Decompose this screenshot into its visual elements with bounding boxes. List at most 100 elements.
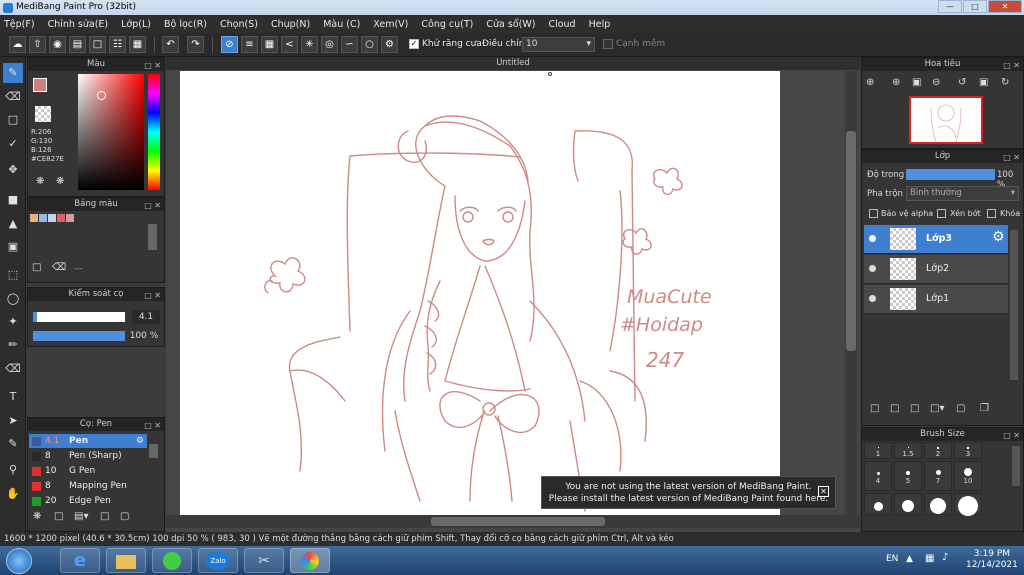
- minimize-button[interactable]: —: [938, 0, 962, 13]
- eye-icon[interactable]: [869, 235, 876, 242]
- brush-size-cell[interactable]: [954, 493, 982, 516]
- select-rect-tool-icon[interactable]: ⬚: [3, 265, 23, 285]
- eye-icon[interactable]: [869, 295, 876, 302]
- chat-icon[interactable]: ◉: [49, 36, 66, 53]
- saturation-value-picker[interactable]: [78, 74, 144, 190]
- curve-snap-icon[interactable]: ∽: [341, 36, 358, 53]
- palette-scrollbar[interactable]: [148, 224, 157, 250]
- new-palette-icon[interactable]: □: [32, 262, 41, 273]
- divide-tool-icon[interactable]: ✎: [3, 434, 23, 454]
- brush-copy-icon[interactable]: □: [100, 511, 109, 522]
- select-pen-tool-icon[interactable]: ✏: [3, 335, 23, 355]
- fill-rect-tool-icon[interactable]: ■: [3, 190, 23, 210]
- layer-opacity-slider[interactable]: [906, 169, 995, 180]
- rotate-right-icon[interactable]: ↻: [1001, 77, 1009, 88]
- menu-view[interactable]: Xem(V): [373, 19, 408, 30]
- upload-icon[interactable]: ⇧: [29, 36, 46, 53]
- brush-item[interactable]: 10 G Pen: [29, 464, 147, 478]
- update-notification[interactable]: You are not using the latest version of …: [541, 476, 836, 509]
- start-button[interactable]: [6, 548, 32, 574]
- horizontal-scroll-thumb[interactable]: [431, 517, 605, 526]
- brush-size-slider[interactable]: [33, 312, 125, 322]
- grid-icon[interactable]: ▦: [129, 36, 146, 53]
- clipping-checkbox[interactable]: [937, 209, 946, 218]
- eye-icon[interactable]: [869, 265, 876, 272]
- canvas-tab[interactable]: Untitled: [166, 57, 860, 70]
- taskbar-zalo-icon[interactable]: Zalo: [198, 548, 238, 573]
- palette-swatch[interactable]: [30, 214, 38, 222]
- color-wheel-icon[interactable]: ❋: [36, 176, 44, 187]
- brush-tool-icon[interactable]: ✎: [3, 63, 23, 83]
- palette-swatch[interactable]: [66, 214, 74, 222]
- new-halftone-layer-icon[interactable]: □: [890, 403, 899, 414]
- parallel-snap-icon[interactable]: ≡: [241, 36, 258, 53]
- comment-icon[interactable]: ▤: [69, 36, 86, 53]
- taskbar-clock[interactable]: 3:19 PM 12/14/2021: [966, 549, 1018, 571]
- tray-arrow-icon[interactable]: ▲: [906, 554, 913, 564]
- menu-window[interactable]: Cửa sổ(W): [486, 19, 535, 30]
- brush-size-value[interactable]: 4.1: [132, 310, 160, 324]
- snap-off-icon[interactable]: ⊘: [221, 36, 238, 53]
- maximize-button[interactable]: □: [963, 0, 987, 13]
- drawing-canvas[interactable]: MuaCute #Hoidap 247: [180, 71, 780, 515]
- picker-cursor[interactable]: [97, 91, 106, 100]
- zoom-in-2-icon[interactable]: ⊕: [892, 77, 900, 88]
- edge-checkbox[interactable]: [603, 39, 613, 49]
- brush-size-cell[interactable]: 5: [894, 461, 922, 491]
- brush-list-scrollbar[interactable]: [149, 444, 158, 458]
- navigator-preview[interactable]: [909, 96, 983, 144]
- layer-row-1[interactable]: Lớp1: [864, 285, 1008, 314]
- canvas-horizontal-scrollbar[interactable]: [166, 515, 860, 528]
- taskbar-app-icon[interactable]: [152, 548, 192, 573]
- brush-menu-icon[interactable]: ▤▾: [74, 511, 88, 522]
- brush-new-icon[interactable]: □: [54, 511, 63, 522]
- circle-snap-icon[interactable]: ○: [361, 36, 378, 53]
- brush-item[interactable]: 8 Mapping Pen: [29, 479, 147, 493]
- vertical-scroll-thumb[interactable]: [846, 131, 856, 351]
- hue-slider[interactable]: [148, 74, 160, 190]
- hand-tool-icon[interactable]: ✋: [3, 484, 23, 504]
- menu-color[interactable]: Màu (C): [323, 19, 360, 30]
- fit-icon[interactable]: ▣: [912, 77, 921, 88]
- taskbar-explorer-icon[interactable]: [106, 548, 146, 573]
- volume-icon[interactable]: ♪: [942, 552, 948, 563]
- undo-icon[interactable]: ↶: [162, 36, 179, 53]
- antialias-checkbox[interactable]: ✓: [409, 39, 419, 49]
- move-tool-icon[interactable]: ✥: [3, 160, 23, 180]
- brush-size-cell[interactable]: [864, 493, 892, 515]
- eraser-tool-icon[interactable]: ⌫: [3, 87, 23, 107]
- brush-size-cell[interactable]: [894, 493, 922, 515]
- brush-item[interactable]: 8 Pen (Sharp): [29, 449, 147, 463]
- radial-snap-icon[interactable]: ✳: [301, 36, 318, 53]
- duplicate-layer-icon[interactable]: ❐: [980, 403, 989, 414]
- brush-size-cell[interactable]: [924, 493, 952, 515]
- cloud-icon[interactable]: ☁: [9, 36, 26, 53]
- close-button[interactable]: ✕: [988, 0, 1022, 13]
- taskbar-snipping-icon[interactable]: ✂: [244, 548, 284, 573]
- brush-item[interactable]: 20 Edge Pen: [29, 494, 147, 508]
- layer-scrollbar[interactable]: [1010, 230, 1018, 380]
- magic-wand-tool-icon[interactable]: ✦: [3, 312, 23, 332]
- menu-select[interactable]: Chọn(S): [220, 19, 258, 30]
- layer-row-2[interactable]: Lớp2: [864, 255, 1008, 284]
- palette-swatch[interactable]: [48, 214, 56, 222]
- new-layer-icon[interactable]: □: [870, 403, 879, 414]
- zoom-out-icon[interactable]: ⊖: [932, 77, 940, 88]
- operation-tool-icon[interactable]: ➤: [3, 411, 23, 431]
- palette-swatch[interactable]: [39, 214, 47, 222]
- lasso-tool-icon[interactable]: ◯: [3, 289, 23, 309]
- new-1bit-layer-icon[interactable]: □: [910, 403, 919, 414]
- brush-size-cell[interactable]: 7: [924, 461, 952, 491]
- bucket-tool-icon[interactable]: ▲: [3, 214, 23, 234]
- menu-snap[interactable]: Chụp(N): [271, 19, 310, 30]
- protect-alpha-checkbox[interactable]: [869, 209, 878, 218]
- dot-tool-icon[interactable]: ✓: [3, 134, 23, 154]
- layer-row-3[interactable]: Lớp3 ⚙: [864, 225, 1008, 254]
- brush-size-cell[interactable]: 3: [954, 442, 982, 459]
- redo-icon[interactable]: ↷: [187, 36, 204, 53]
- menu-edit[interactable]: Chỉnh sửa(E): [48, 19, 109, 30]
- brush-size-cell[interactable]: 4: [864, 461, 892, 491]
- page-icon[interactable]: □: [89, 36, 106, 53]
- layer-folder-icon[interactable]: ▢: [956, 403, 965, 414]
- network-icon[interactable]: ▦: [925, 553, 934, 564]
